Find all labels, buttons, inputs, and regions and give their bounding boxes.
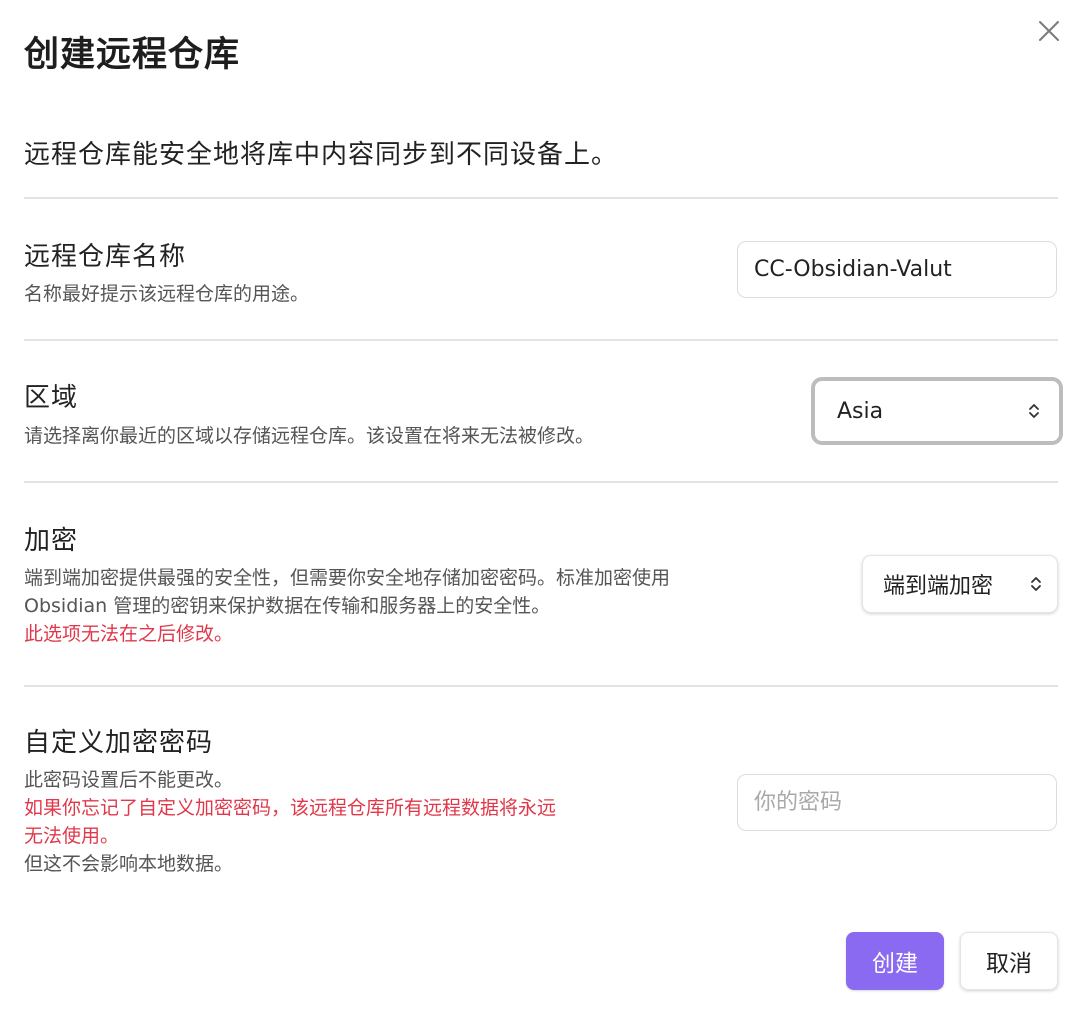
vault-name-input[interactable] (737, 241, 1057, 298)
custom-password-label: 自定义加密密码 (24, 728, 214, 758)
custom-password-description-line: 但这不会影响本地数据。 (24, 853, 234, 875)
encryption-select[interactable]: 端到端加密 (862, 555, 1058, 613)
vault-name-description: 名称最好提示该远程仓库的用途。 (24, 283, 310, 305)
create-remote-vault-dialog: 创建远程仓库 远程仓库能安全地将库中内容同步到不同设备上。 远程仓库名称 名称最… (0, 0, 1080, 1015)
chevron-updown-icon (1029, 574, 1043, 594)
divider (24, 685, 1058, 687)
region-label: 区域 (24, 383, 79, 413)
encryption-description: 端到端加密提供最强的安全性，但需要你安全地存储加密密码。标准加密使用 Obsid… (24, 564, 844, 648)
region-selected-value: Asia (837, 398, 884, 424)
close-icon (1039, 21, 1059, 41)
encryption-label: 加密 (24, 526, 79, 556)
vault-name-label: 远程仓库名称 (24, 242, 187, 272)
encryption-description-line: Obsidian 管理的密钥来保护数据在传输和服务器上的安全性。 (24, 595, 551, 617)
divider (24, 339, 1058, 341)
close-button[interactable] (1034, 16, 1064, 46)
encryption-description-line: 端到端加密提供最强的安全性，但需要你安全地存储加密密码。标准加密使用 (24, 567, 671, 589)
divider (24, 481, 1058, 483)
create-button[interactable]: 创建 (846, 932, 944, 990)
custom-password-warning: 如果你忘记了自定义加密密码，该远程仓库所有远程数据将永远 (24, 797, 557, 819)
dialog-title: 创建远程仓库 (24, 35, 241, 75)
cancel-button[interactable]: 取消 (960, 932, 1058, 990)
region-description: 请选择离你最近的区域以存储远程仓库。该设置在将来无法被修改。 (24, 425, 595, 447)
region-select[interactable]: Asia (811, 377, 1063, 445)
chevron-updown-icon (1027, 401, 1041, 421)
custom-password-description-line: 此密码设置后不能更改。 (24, 769, 234, 791)
custom-password-warning: 无法使用。 (24, 825, 120, 847)
encryption-selected-value: 端到端加密 (883, 574, 994, 599)
dialog-intro: 远程仓库能安全地将库中内容同步到不同设备上。 (24, 140, 619, 170)
encryption-warning: 此选项无法在之后修改。 (24, 623, 234, 645)
custom-password-input[interactable] (737, 774, 1057, 831)
divider (24, 197, 1058, 199)
custom-password-description: 此密码设置后不能更改。 如果你忘记了自定义加密密码，该远程仓库所有远程数据将永远… (24, 766, 714, 878)
